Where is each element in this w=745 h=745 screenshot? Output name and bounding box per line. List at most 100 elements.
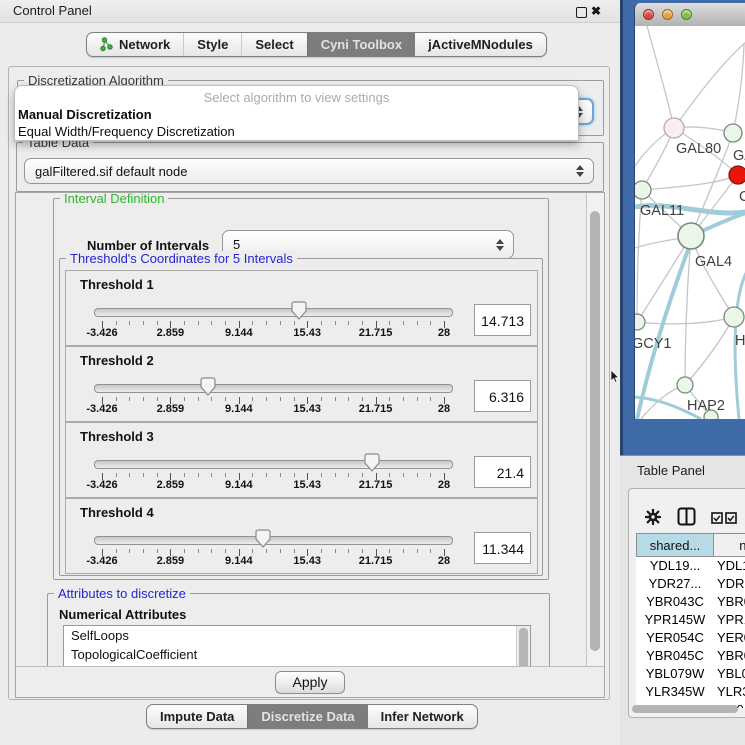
node-label-h: H [735, 333, 745, 349]
threshold-2-slider-track[interactable] [94, 384, 453, 393]
tab-jactivemnodules[interactable]: jActiveMNodules [415, 33, 546, 56]
bottom-tab-discretize-data[interactable]: Discretize Data [247, 705, 367, 728]
table-row[interactable]: YLR345WYLR3 [636, 683, 745, 701]
cell-shared-name: YDR27... [636, 575, 714, 593]
tab-cyni-toolbox[interactable]: Cyni Toolbox [307, 33, 415, 56]
cyni-toolbox-panel: Discretization Algorithm Select algorith… [8, 66, 610, 700]
tab-style[interactable]: Style [183, 33, 241, 56]
settings-vertical-scrollbar[interactable] [586, 193, 604, 667]
tick-mark [430, 321, 431, 325]
tick-mark [129, 321, 130, 325]
threshold-1-label: Threshold 1 [80, 277, 154, 292]
network-node[interactable] [677, 377, 693, 393]
attribute-item-selfloops[interactable]: SelfLoops [64, 626, 530, 645]
mac-close-button[interactable] [643, 9, 654, 20]
table-row[interactable]: YDL19...YDL1 [636, 557, 745, 575]
tick-mark [198, 549, 199, 553]
network-node[interactable] [678, 223, 704, 249]
checkbox-icon[interactable] [725, 512, 737, 524]
mac-zoom-button[interactable] [681, 9, 692, 20]
tick-mark [116, 397, 117, 401]
tick-mark [225, 397, 226, 401]
threshold-4-value-field[interactable]: 11.344 [474, 532, 531, 564]
attributes-fieldset: Attributes to discretize Numerical Attri… [47, 593, 550, 667]
network-edge[interactable] [685, 317, 734, 385]
threshold-2-box: Threshold 2-3.4262.8599.14415.4321.71528… [65, 346, 538, 422]
settings-footer: Apply [16, 666, 604, 697]
network-edge[interactable] [647, 26, 674, 128]
tab-select[interactable]: Select [241, 33, 306, 56]
tick-mark [417, 473, 418, 477]
threshold-1-value-field[interactable]: 14.713 [474, 304, 531, 336]
table-panel-card: shared... na YDL19...YDL1YDR27...YDR2YBR… [628, 488, 745, 718]
split-columns-icon[interactable] [677, 507, 696, 526]
cell-name: YBR0 [714, 647, 745, 665]
table-data-combobox[interactable]: galFiltered.sif default node [24, 158, 594, 184]
threshold-4-slider-thumb[interactable] [255, 529, 271, 548]
network-node[interactable] [635, 181, 651, 199]
tick-mark [348, 473, 349, 477]
threshold-3-slider-thumb[interactable] [364, 453, 380, 472]
table-horizontal-scrollbar-thumb[interactable] [632, 705, 738, 713]
tick-mark [417, 321, 418, 325]
table-row[interactable]: YDR27...YDR2 [636, 575, 745, 593]
scale-label: 2.859 [157, 555, 185, 567]
node-label-c: C [739, 189, 745, 205]
float-window-icon[interactable] [576, 7, 587, 18]
network-edge[interactable] [642, 175, 738, 190]
table-row[interactable]: YER054CYER0 [636, 629, 745, 647]
bottom-tab-impute-data[interactable]: Impute Data [147, 705, 247, 728]
network-node[interactable] [724, 124, 742, 142]
mac-minimize-button[interactable] [662, 9, 673, 20]
network-window-titlebar[interactable] [635, 3, 745, 27]
tick-mark [389, 397, 390, 401]
threshold-1-slider-thumb[interactable] [291, 301, 307, 320]
checkbox-icon[interactable] [711, 512, 723, 524]
cell-name: YDR2 [714, 575, 745, 593]
network-node[interactable] [729, 166, 745, 184]
column-header-name[interactable]: na [714, 533, 745, 557]
threshold-1-slider-track[interactable] [94, 308, 453, 317]
tick-mark [362, 397, 363, 401]
network-node[interactable] [724, 307, 744, 327]
tick-mark [211, 321, 212, 325]
bottom-tab-infer-network[interactable]: Infer Network [368, 705, 477, 728]
tick-mark [335, 549, 336, 553]
attributes-list-scrollbar-thumb[interactable] [519, 628, 528, 667]
tick-mark [211, 473, 212, 477]
threshold-2-value-field[interactable]: 6.316 [474, 380, 531, 412]
table-row[interactable]: YPR145WYPR1 [636, 611, 745, 629]
tab-label: jActiveMNodules [428, 37, 533, 52]
threshold-2-slider-thumb[interactable] [200, 377, 216, 396]
network-node[interactable] [635, 314, 645, 330]
threshold-4-slider-track[interactable] [94, 536, 453, 545]
control-panel-titlebar: Control Panel ✖ [0, 0, 620, 23]
attributes-list-scrollbar[interactable] [516, 626, 530, 667]
apply-button[interactable]: Apply [275, 671, 344, 694]
threshold-3-value-field[interactable]: 21.4 [474, 456, 531, 488]
scale-label: -3.426 [86, 327, 117, 339]
node-label-gal11: GAL11 [640, 203, 684, 219]
gear-icon[interactable] [645, 509, 661, 525]
dropdown-option-manual-discretization[interactable]: Manual Discretization [18, 107, 152, 122]
table-row[interactable]: YBR045CYBR0 [636, 647, 745, 665]
column-header-shared[interactable]: shared... [636, 533, 714, 557]
network-edge[interactable] [637, 236, 691, 322]
settings-scrollpane: Interval Definition Number of Intervals … [15, 192, 605, 698]
tab-network[interactable]: Network [87, 33, 183, 56]
network-edge[interactable] [674, 42, 745, 128]
network-canvas[interactable]: GAL80GACGAL11GAL4HGCY1HAP2 [635, 26, 745, 419]
close-icon[interactable]: ✖ [591, 2, 601, 20]
attribute-item-topologicalcoefficient[interactable]: TopologicalCoefficient [64, 645, 530, 664]
tick-mark [184, 321, 185, 325]
table-row[interactable]: YBL079WYBL0 [636, 665, 745, 683]
cell-shared-name: YBR043C [636, 593, 714, 611]
network-node[interactable] [664, 118, 684, 138]
tick-mark [321, 321, 322, 325]
settings-scrollbar-thumb[interactable] [590, 211, 600, 651]
threshold-3-slider-track[interactable] [94, 460, 453, 469]
table-row[interactable]: YBR043CYBR0 [636, 593, 745, 611]
dropdown-option-equal-width-frequency[interactable]: Equal Width/Frequency Discretization [18, 124, 235, 139]
network-edge[interactable] [733, 44, 744, 133]
scale-label: 9.144 [225, 403, 253, 415]
